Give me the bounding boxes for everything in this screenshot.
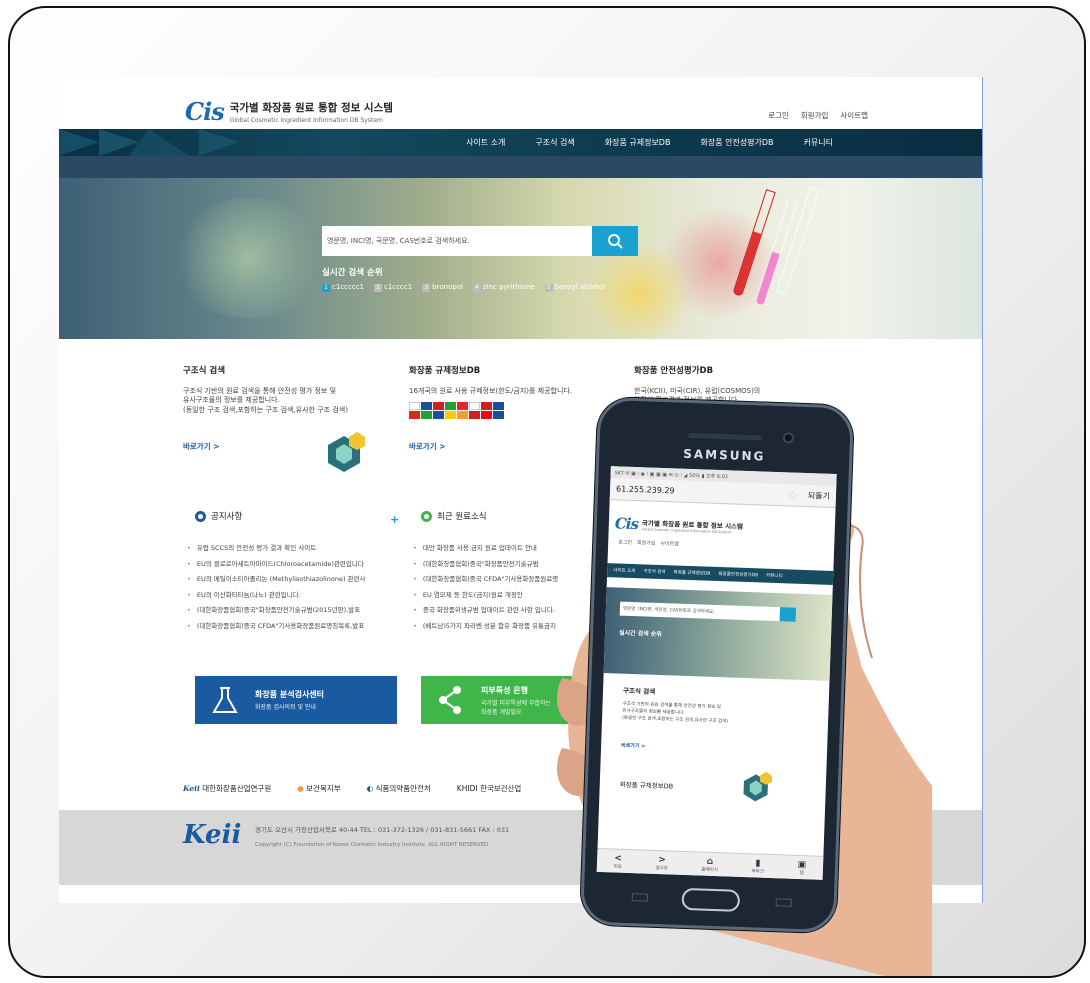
partner-keii[interactable]: Keii 대한화장품산업연구원 <box>183 783 271 794</box>
partner-mohw[interactable]: ● 보건복지부 <box>297 783 340 794</box>
realtime-item[interactable]: 5 benzyl alcohol <box>544 283 605 292</box>
list-item[interactable]: EU의 메틸이소티아졸리논 (Methylisothiazolinone) 관련… <box>183 573 391 589</box>
list-item[interactable]: (대한화장품협회)중국 CFDA"기사용화장품원료명칭목록,발표 <box>183 620 391 636</box>
mobile-realtime-title: 실시간 검색 순위 <box>618 629 662 639</box>
signup-link[interactable]: 회원가입 <box>801 110 829 121</box>
card-title: 구조식 검색 <box>183 366 226 376</box>
phone-brand: SAMSUNG <box>683 446 766 464</box>
sub-nav-bar <box>59 156 982 178</box>
realtime-list: 1 c1ccccc1 2 c1cccc1 3 bronopol 4 zinc pyrit… <box>322 283 605 292</box>
mobile-top-links: 로그인 회원가입 사이트맵 <box>618 539 679 548</box>
realtime-item[interactable]: 1 c1ccccc1 <box>322 283 364 292</box>
site-logo[interactable]: Cis 국가별 화장품 원료 통합 정보 시스템 Global Cosmetic… <box>185 97 393 126</box>
smartphone: SAMSUNG SKT ✉ ▣ ⁝ ◉ ⁝ ▣ ▣ ▣ ✉ ◷ ⁝ ◢ 50% … <box>579 396 855 934</box>
hero-banner: 영문명, INCI명, 국문명, CAS번호로 검색하세요. 실시간 검색 순위… <box>59 178 982 339</box>
mobile-structure-card: 구조식 검색 구조식 기반의 원료 검색을 통해 안전성 평가 정보 및 유사구… <box>621 686 729 725</box>
logo-subtitle: Global Cosmetic Ingredient Information D… <box>229 116 383 124</box>
url-text[interactable]: 61.255.239.29 <box>616 484 675 495</box>
search-input[interactable]: 영문명, INCI명, 국문명, CAS번호로 검색하세요. <box>322 226 592 256</box>
partner-khidi[interactable]: KHIDI 한국보건산업 <box>457 783 522 794</box>
logo-mark: Cis <box>185 97 225 126</box>
phone-camera <box>782 432 795 444</box>
browser-forward-button[interactable]: > 앞으로 <box>655 854 668 871</box>
logo-title: 국가별 화장품 원료 통합 정보 시스템 <box>229 101 393 114</box>
browser-tabs-button[interactable]: ▣ 탭 <box>797 859 807 875</box>
structure-search-card: 구조식 검색 구조식 기반의 원료 검색을 통해 안전성 평가 정보 및 유사구… <box>183 366 383 415</box>
search-icon <box>608 234 623 249</box>
nav-about[interactable]: 사이트 소개 <box>466 137 505 148</box>
list-item[interactable]: 유럽 SCCS의 안전성 평가 결과 확인 사이트 <box>183 542 391 558</box>
footer-copyright: Copyright (C) Foundation of Korea Cosmet… <box>255 842 490 848</box>
mobile-hero: 영문명, INCI명, 국문명, CAS번호로 검색하세요. 실시간 검색 순위 <box>603 587 833 681</box>
phone-speaker <box>687 432 763 441</box>
flask-icon <box>212 687 238 713</box>
nav-community[interactable]: 커뮤니티 <box>804 137 833 148</box>
nav-structure-search[interactable]: 구조식 검색 <box>535 137 574 148</box>
nav-pattern <box>59 129 239 156</box>
regulation-db-card: 화장품 규제정보DB 16개국의 원료 사용 규제정보(한도/금지)를 제공합니… <box>409 366 609 419</box>
top-menu: 로그인 회원가입 사이트맵 <box>768 110 868 121</box>
presentation-frame: Cis 국가별 화장품 원료 통합 정보 시스템 Global Cosmetic… <box>8 6 1086 978</box>
phone-home-button[interactable] <box>681 887 741 912</box>
main-nav: 사이트 소개 구조식 검색 화장품 규제정보DB 화장품 안전성평가DB 커뮤니… <box>59 129 982 156</box>
footer-address: 경기도 오산시 가장산업서북로 40-44 TEL : 031-372-1326… <box>255 826 510 834</box>
refresh-icon[interactable]: ◌ <box>789 490 796 499</box>
list-item[interactable]: (대한화장품협회)중국"화장품안전기술규범(2015년판),발표 <box>183 604 391 620</box>
mobile-molecule-icon <box>743 771 773 802</box>
realtime-item[interactable]: 2 c1cccc1 <box>374 283 412 292</box>
share-icon <box>439 686 461 714</box>
browser-home-button[interactable]: ⌂ 홈페이지 <box>701 856 718 872</box>
mobile-logo[interactable]: Cis 국가별 화장품 원료 통합 정보 시스템 Global Cosmetic… <box>615 514 835 540</box>
mobile-bottom-toolbar: < 뒤로 > 앞으로 ⌂ 홈페이지 ▮ 북마크 ▣ 탭 <box>596 847 824 880</box>
mobile-search-input[interactable]: 영문명, INCI명, 국문명, CAS번호로 검색하세요. <box>619 601 781 622</box>
regulation-goto-link[interactable]: 바로가기 > <box>409 441 446 452</box>
notice-title: 공지사항 <box>195 510 242 522</box>
analysis-center-banner[interactable]: 화장품 분석검사센터 화장품 검사의뢰 및 안내 <box>195 676 397 724</box>
nav-safety-db[interactable]: 화장품 안전성평가DB <box>700 137 773 148</box>
phone-back-key[interactable] <box>775 898 792 907</box>
keii-logo: Keii <box>183 820 242 850</box>
notice-bullet-icon <box>195 510 206 522</box>
mobile-search-button[interactable] <box>779 607 797 622</box>
back-action-link[interactable]: 되돌기 <box>808 490 830 502</box>
sitemap-link[interactable]: 사이트맵 <box>840 110 868 121</box>
notice-list: 유럽 SCCS의 안전성 평가 결과 확인 사이트 EU의 클로로아세트아마이드… <box>183 542 391 635</box>
list-item[interactable]: EU의 이산화티타늄(나노) 관련입니다. <box>183 589 391 605</box>
realtime-title: 실시간 검색 순위 <box>322 268 383 278</box>
mobile-regulation-title: 화장품 규제정보DB <box>619 780 674 791</box>
phone-recent-key[interactable] <box>631 893 648 902</box>
mobile-nav: 사이트 소개 구조식 검색 화장품 규제정보DB 화장품안전성평가DB 커뮤니티 <box>607 563 834 585</box>
realtime-item[interactable]: 3 bronopol <box>422 283 463 292</box>
nav-regulation-db[interactable]: 화장품 규제정보DB <box>605 137 671 148</box>
country-flags <box>409 402 609 410</box>
browser-back-button[interactable]: < 뒤로 <box>614 853 623 869</box>
partner-mfds[interactable]: ◐ 식품의약품안전처 <box>367 783 431 794</box>
news-bullet-icon <box>421 510 432 522</box>
realtime-item[interactable]: 4 zinc pyrithione <box>473 283 535 292</box>
browser-bookmark-button[interactable]: ▮ 북마크 <box>751 858 764 874</box>
molecule-icon <box>328 432 365 472</box>
notice-more-button[interactable]: + <box>390 513 399 526</box>
mobile-goto-link[interactable]: 바로가기 > <box>621 742 827 756</box>
country-flags-row2 <box>409 411 609 419</box>
partner-logos: Keii 대한화장품산업연구원 ● 보건복지부 ◐ 식품의약품안전처 KHIDI… <box>183 783 521 794</box>
structure-goto-link[interactable]: 바로가기 > <box>183 441 220 452</box>
list-item[interactable]: EU의 클로로아세트아마이드(Chloroacetamide)관련입니다 <box>183 558 391 574</box>
login-link[interactable]: 로그인 <box>768 110 789 121</box>
search-button[interactable] <box>592 226 638 256</box>
news-title: 최근 원료소식 <box>421 510 487 522</box>
phone-screen: SKT ✉ ▣ ⁝ ◉ ⁝ ▣ ▣ ▣ ✉ ◷ ⁝ ◢ 50% ▮ 오후 6:0… <box>596 466 837 880</box>
